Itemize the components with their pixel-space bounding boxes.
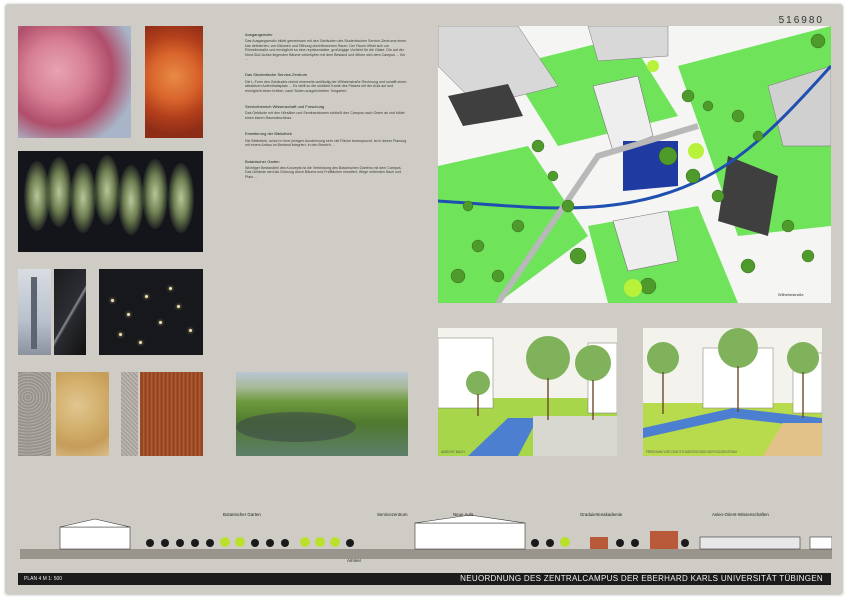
poster-title: NEUORDNUNG DES ZENTRALCAMPUS DER EBERHAR… [460,574,823,583]
text-block: Erweiterung der Bibliothek Die Bibliothek… [245,131,408,148]
section-label-botanischer: Botanischer Garten [223,512,261,517]
section-label-graduierten: Graduiertenakademie [580,512,623,517]
text-block: Botanischer Garten Wichtiger Bestandteil … [245,158,408,180]
site-plan-drawing: Wilhelmstraße [438,26,831,303]
text-heading: Ausgangsmotiv [245,32,273,37]
text-heading: Das Studentische Service-Zentrum [245,72,308,78]
night-trees-photo [18,151,203,252]
ground-lights-photo [99,269,203,355]
site-plan: Wilhelmstraße [438,26,831,303]
text-body: Wichtiger Bestandteil des Konzepts ist d… [245,165,402,179]
site-section: Botanischer Garten Servicezentrum Neue A… [20,501,833,563]
text-block: Ausgangsmotiv Das Ausgangsmotiv bildet ge… [245,32,408,62]
poster-code: 516980 [778,15,824,26]
autumn-tree-photo [145,26,203,138]
site-section-drawing [20,514,833,559]
text-heading: Servicebereich Wissenschaft und Forschun… [245,104,325,110]
footer-bar: PLAN 4 M 1: 500 NEUORDNUNG DES ZENTRALCA… [18,573,831,585]
gravel-texture-photo [121,372,138,456]
text-body: Die L-Form des Gebäudes nimmt einerseits… [245,79,407,93]
plan-label: PLAN 4 M 1: 500 [24,576,63,582]
sketch-caption: ANSICHT BACH [441,450,465,454]
section-label-asien: Asien-Orient-Wissenschaften [712,512,769,517]
map-street-label: Wilhelmstraße [778,292,804,297]
perspective-sketch-2: FREIRAUM VOR DEM STUDENTISCHEN SERVICEZE… [643,328,822,456]
text-body: Die Bibliothek, schon in ihrer jetzigen … [245,138,407,148]
section-label-ammer: Ammer [347,558,362,563]
tower-photo [18,269,51,355]
text-column: Ausgangsmotiv Das Ausgangsmotiv bildet ge… [245,32,408,191]
text-heading: Botanischer Garten [245,158,280,164]
text-block: Servicebereich Wissenschaft und Forschun… [245,104,408,120]
perspective-sketch-1: ANSICHT BACH [438,328,617,456]
text-body: Das Gebäude mit den Hörsälen und Seminar… [245,111,405,120]
glass-facade-photo [54,269,86,355]
text-body: Das Ausgangsmotiv bildet gemeinsam mit d… [245,39,407,62]
cherry-blossom-photo [18,26,131,138]
stone-texture-photo [18,372,51,456]
creek-photo [236,372,408,456]
sketch-caption: FREIRAUM VOR DEM STUDENTISCHEN SERVICEZE… [646,450,737,454]
section-label-servicezentrum: Servicezentrum [377,512,408,517]
sandstone-texture-photo [56,372,109,456]
wood-texture-photo [140,372,203,456]
poster-sheet: 516980 Ausgangsmotiv Das Ausgangsmotiv bi… [6,5,842,594]
section-label-neue-aula: Neue Aula [453,512,474,517]
text-heading: Erweiterung der Bibliothek [245,131,292,137]
text-block: Das Studentische Service-Zentrum Die L-Fo… [245,73,408,93]
